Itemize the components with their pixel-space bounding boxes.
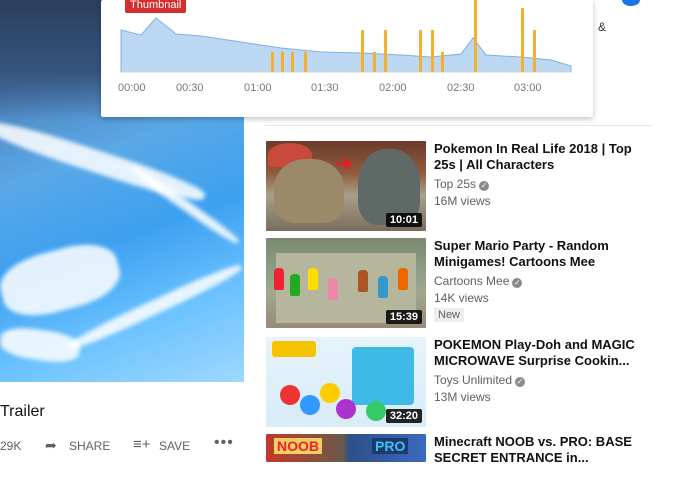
lightning-streak <box>0 324 82 366</box>
related-title[interactable]: POKEMON Play-Doh and MAGIC MICROWAVE Sur… <box>434 337 644 369</box>
thumbnail-badge: Thumbnail <box>125 0 187 13</box>
verified-icon: ✓ <box>512 278 523 288</box>
storyboard-popup: Thumbnail 00:00 00:30 01:00 01:30 02:00 … <box>101 0 593 117</box>
channel-name[interactable]: Cartoons Mee ✓ <box>434 274 644 288</box>
related-video[interactable]: NOOB PRO Minecraft NOOB vs. PRO: BASE SE… <box>266 434 666 465</box>
verified-icon: ✓ <box>479 181 490 191</box>
video-thumbnail[interactable]: NOOB PRO <box>266 434 426 462</box>
lightning-streak <box>128 163 242 247</box>
replay-area <box>120 17 572 73</box>
replay-spike <box>521 8 524 72</box>
video-meta: POKEMON Play-Doh and MAGIC MICROWAVE Sur… <box>434 337 644 404</box>
related-title[interactable]: Super Mario Party - Random Minigames! Ca… <box>434 238 644 270</box>
new-badge: New <box>434 308 465 322</box>
replay-spike <box>373 52 376 72</box>
thumb-art <box>352 347 414 405</box>
time-tick: 00:30 <box>176 82 204 94</box>
video-actions: 29K ➦ SHARE ≡+ SAVE ••• <box>0 434 244 456</box>
video-thumbnail[interactable]: 15:39 <box>266 238 426 328</box>
thumb-art <box>328 278 338 300</box>
time-tick: 01:00 <box>244 82 272 94</box>
view-count: 13M views <box>434 390 491 404</box>
replay-spike <box>533 30 536 72</box>
channel-name[interactable]: Top 25s ✓ <box>434 177 644 191</box>
replay-spike <box>474 0 477 72</box>
thumb-art <box>358 270 368 292</box>
replay-graph <box>120 0 572 73</box>
video-title: Trailer <box>0 403 45 420</box>
duration-badge: 32:20 <box>385 409 422 423</box>
duration-badge: 10:01 <box>385 213 422 227</box>
verified-icon: ✓ <box>515 377 526 387</box>
thumb-art <box>398 268 408 290</box>
video-meta: Minecraft NOOB vs. PRO: BASE SECRET ENTR… <box>434 434 644 466</box>
video-meta: Super Mario Party - Random Minigames! Ca… <box>434 238 644 323</box>
time-tick: 03:00 <box>514 82 542 94</box>
arrow-icon: ➔ <box>336 153 353 175</box>
thumb-art <box>272 341 316 357</box>
channel-label: Top 25s <box>434 177 477 191</box>
channel-label: Cartoons Mee <box>434 274 510 288</box>
replay-spike <box>304 52 307 72</box>
related-video[interactable]: 15:39 Super Mario Party - Random Minigam… <box>266 238 666 328</box>
more-horizontal-icon[interactable]: ••• <box>214 434 234 452</box>
video-thumbnail[interactable]: ➔ 10:01 <box>266 141 426 231</box>
save-button[interactable]: SAVE <box>159 439 190 453</box>
thumb-art <box>274 159 344 223</box>
replay-spike <box>361 30 364 72</box>
thumb-art <box>336 399 356 419</box>
thumb-art <box>290 274 300 296</box>
related-video[interactable]: 32:20 POKEMON Play-Doh and MAGIC MICROWA… <box>266 337 666 427</box>
replay-spike <box>441 52 444 72</box>
time-tick: 01:30 <box>311 82 339 94</box>
thumb-art <box>366 401 386 421</box>
thumb-art <box>308 268 318 290</box>
replay-spike <box>431 30 434 72</box>
video-thumbnail[interactable]: 32:20 <box>266 337 426 427</box>
duration-badge: 15:39 <box>385 310 422 324</box>
thumb-art <box>274 268 284 290</box>
thumb-art <box>378 276 388 298</box>
thumb-art <box>300 395 320 415</box>
time-tick: 02:00 <box>379 82 407 94</box>
related-title[interactable]: Minecraft NOOB vs. PRO: BASE SECRET ENTR… <box>434 434 644 466</box>
replay-spike <box>419 30 422 72</box>
thumb-art <box>280 385 300 405</box>
playlist-add-icon[interactable]: ≡+ <box>133 436 151 453</box>
divider <box>265 125 653 126</box>
sidebar-fragment: & <box>598 20 607 34</box>
view-count: 16M views <box>434 194 491 208</box>
thumb-art <box>320 383 340 403</box>
replay-spike <box>384 30 387 72</box>
thumb-text: NOOB <box>274 438 322 454</box>
video-meta: Pokemon In Real Life 2018 | Top 25s | Al… <box>434 141 644 208</box>
like-count[interactable]: 29K <box>0 439 21 453</box>
related-video[interactable]: ➔ 10:01 Pokemon In Real Life 2018 | Top … <box>266 141 666 231</box>
replay-spike <box>281 52 284 72</box>
replay-spike <box>271 52 274 72</box>
lightning-streak <box>0 235 126 325</box>
channel-label: Toys Unlimited <box>434 373 513 387</box>
replay-spike <box>291 52 294 72</box>
time-tick: 02:30 <box>447 82 475 94</box>
channel-name[interactable]: Toys Unlimited ✓ <box>434 373 644 387</box>
share-icon[interactable]: ➦ <box>45 437 57 454</box>
view-count: 14K views <box>434 291 489 305</box>
time-tick: 00:00 <box>118 82 146 94</box>
related-title[interactable]: Pokemon In Real Life 2018 | Top 25s | Al… <box>434 141 644 173</box>
notification-dot[interactable] <box>622 0 640 6</box>
share-button[interactable]: SHARE <box>69 439 110 453</box>
thumb-text: PRO <box>372 438 409 454</box>
